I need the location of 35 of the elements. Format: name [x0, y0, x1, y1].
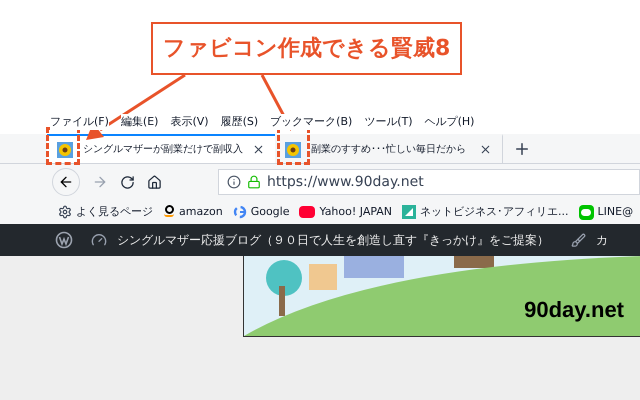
line-logo-icon [578, 204, 594, 220]
callout-box: ファビコン作成できる賢威8 [151, 22, 462, 75]
bookmark-item[interactable]: LINE@ [578, 204, 634, 220]
info-icon[interactable] [227, 175, 241, 189]
bookmark-item[interactable]: ネットビジネス･アフィリエ... [402, 204, 569, 220]
address-bar[interactable]: https://www.90day.net [218, 169, 640, 195]
admin-menu-item[interactable]: カ [596, 231, 608, 249]
reload-icon[interactable] [120, 174, 135, 190]
bookmark-item[interactable]: Yahoo! JAPAN [299, 204, 392, 220]
banner-text: 90day.net [524, 296, 624, 324]
lock-icon [247, 175, 261, 189]
close-icon[interactable] [252, 143, 265, 156]
tab-title: シングルマザーが副業だけで副収入 [83, 142, 243, 157]
bookmark-item[interactable]: よく見るページ [58, 204, 153, 220]
gear-icon [58, 205, 72, 219]
yahoo-logo-icon [299, 206, 316, 218]
back-arrow-icon [58, 174, 74, 190]
url-text: https://www.90day.net [267, 172, 424, 192]
browser-tab[interactable]: シングルマザーが副業だけで副収入 [47, 134, 275, 163]
bookmark-item[interactable]: Google [232, 204, 290, 220]
site-title-link[interactable]: シングルマザー応援ブログ（９０日で人生を創造し直す『きっかけ』をご提案） [117, 231, 549, 249]
sunflower-icon [285, 142, 301, 158]
dashboard-icon[interactable] [91, 232, 107, 248]
sunflower-icon [57, 142, 73, 158]
home-icon[interactable] [147, 174, 162, 190]
browser-tab[interactable]: 副業のすすめ･･･忙しい毎日だから [275, 134, 503, 163]
menu-item[interactable]: ファイル(F) [50, 114, 109, 130]
wordpress-logo-icon[interactable] [55, 231, 73, 249]
tab-title: 副業のすすめ･･･忙しい毎日だから [311, 142, 466, 157]
close-icon[interactable] [479, 143, 492, 156]
brush-icon[interactable] [571, 232, 586, 248]
menu-item[interactable]: ブックマーク(B) [270, 114, 352, 130]
bookmark-item[interactable]: amazon [163, 204, 223, 220]
site-logo-icon [402, 205, 416, 219]
back-button[interactable] [52, 168, 80, 196]
